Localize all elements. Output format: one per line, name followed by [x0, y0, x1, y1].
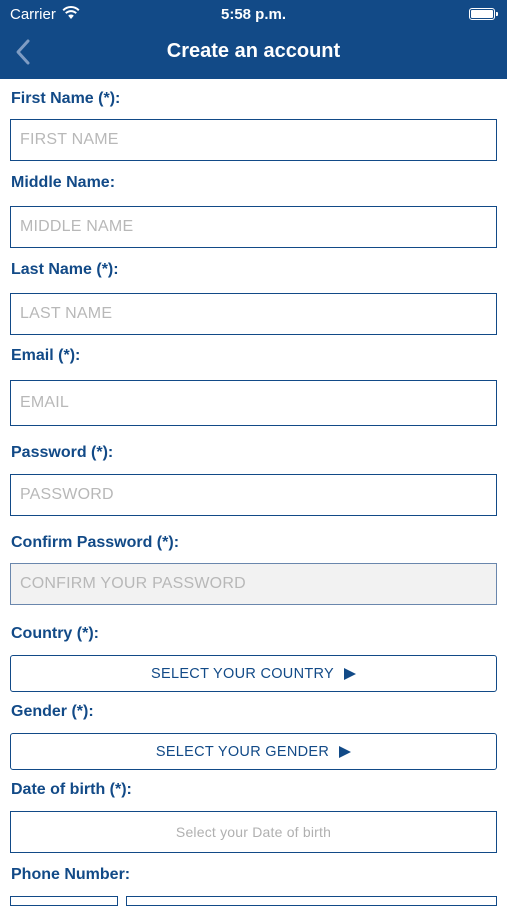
email-label: Email (*): [11, 347, 81, 364]
play-arrow-icon [343, 667, 356, 680]
email-field[interactable]: EMAIL [10, 380, 497, 426]
gender-label: Gender (*): [11, 703, 94, 720]
country-label: Country (*): [11, 625, 99, 642]
confirm-password-label: Confirm Password (*): [11, 534, 180, 551]
password-placeholder: PASSWORD [20, 486, 114, 503]
dob-label: Date of birth (*): [11, 781, 132, 798]
select-gender-label: SELECT YOUR GENDER [155, 743, 330, 760]
middle-name-placeholder: MIDDLE NAME [20, 218, 134, 235]
nav-header: Carrier 5:58 p.m. Create an account [0, 0, 507, 79]
dob-field[interactable]: Select your Date of birth [10, 811, 497, 853]
select-country-button[interactable]: SELECT YOUR COUNTRY [10, 655, 497, 692]
last-name-placeholder: LAST NAME [20, 305, 113, 322]
last-name-label: Last Name (*): [11, 261, 119, 278]
first-name-field[interactable]: FIRST NAME [10, 119, 497, 161]
last-name-field[interactable]: LAST NAME [10, 293, 497, 335]
select-gender-button[interactable]: SELECT YOUR GENDER [10, 733, 497, 770]
battery-icon [469, 8, 498, 20]
status-bar: Carrier 5:58 p.m. [0, 0, 507, 28]
select-country-label: SELECT YOUR COUNTRY [151, 665, 334, 682]
phone-number-field[interactable] [126, 896, 497, 906]
phone-label: Phone Number: [11, 866, 131, 883]
dob-placeholder: Select your Date of birth [175, 824, 332, 840]
middle-name-field[interactable]: MIDDLE NAME [10, 206, 497, 248]
password-label: Password (*): [11, 444, 114, 461]
first-name-placeholder: FIRST NAME [20, 131, 119, 148]
status-time: 5:58 p.m. [220, 6, 287, 23]
middle-name-label: Middle Name: [11, 174, 116, 191]
password-field[interactable]: PASSWORD [10, 474, 497, 516]
phone-country-code-field[interactable] [10, 896, 118, 906]
page-title: Create an account [166, 40, 341, 62]
email-placeholder: EMAIL [20, 394, 70, 411]
confirm-password-placeholder: CONFIRM YOUR PASSWORD [20, 575, 246, 592]
confirm-password-field[interactable]: CONFIRM YOUR PASSWORD [10, 563, 497, 605]
play-arrow-icon [339, 745, 352, 758]
first-name-label: First Name (*): [11, 90, 121, 107]
